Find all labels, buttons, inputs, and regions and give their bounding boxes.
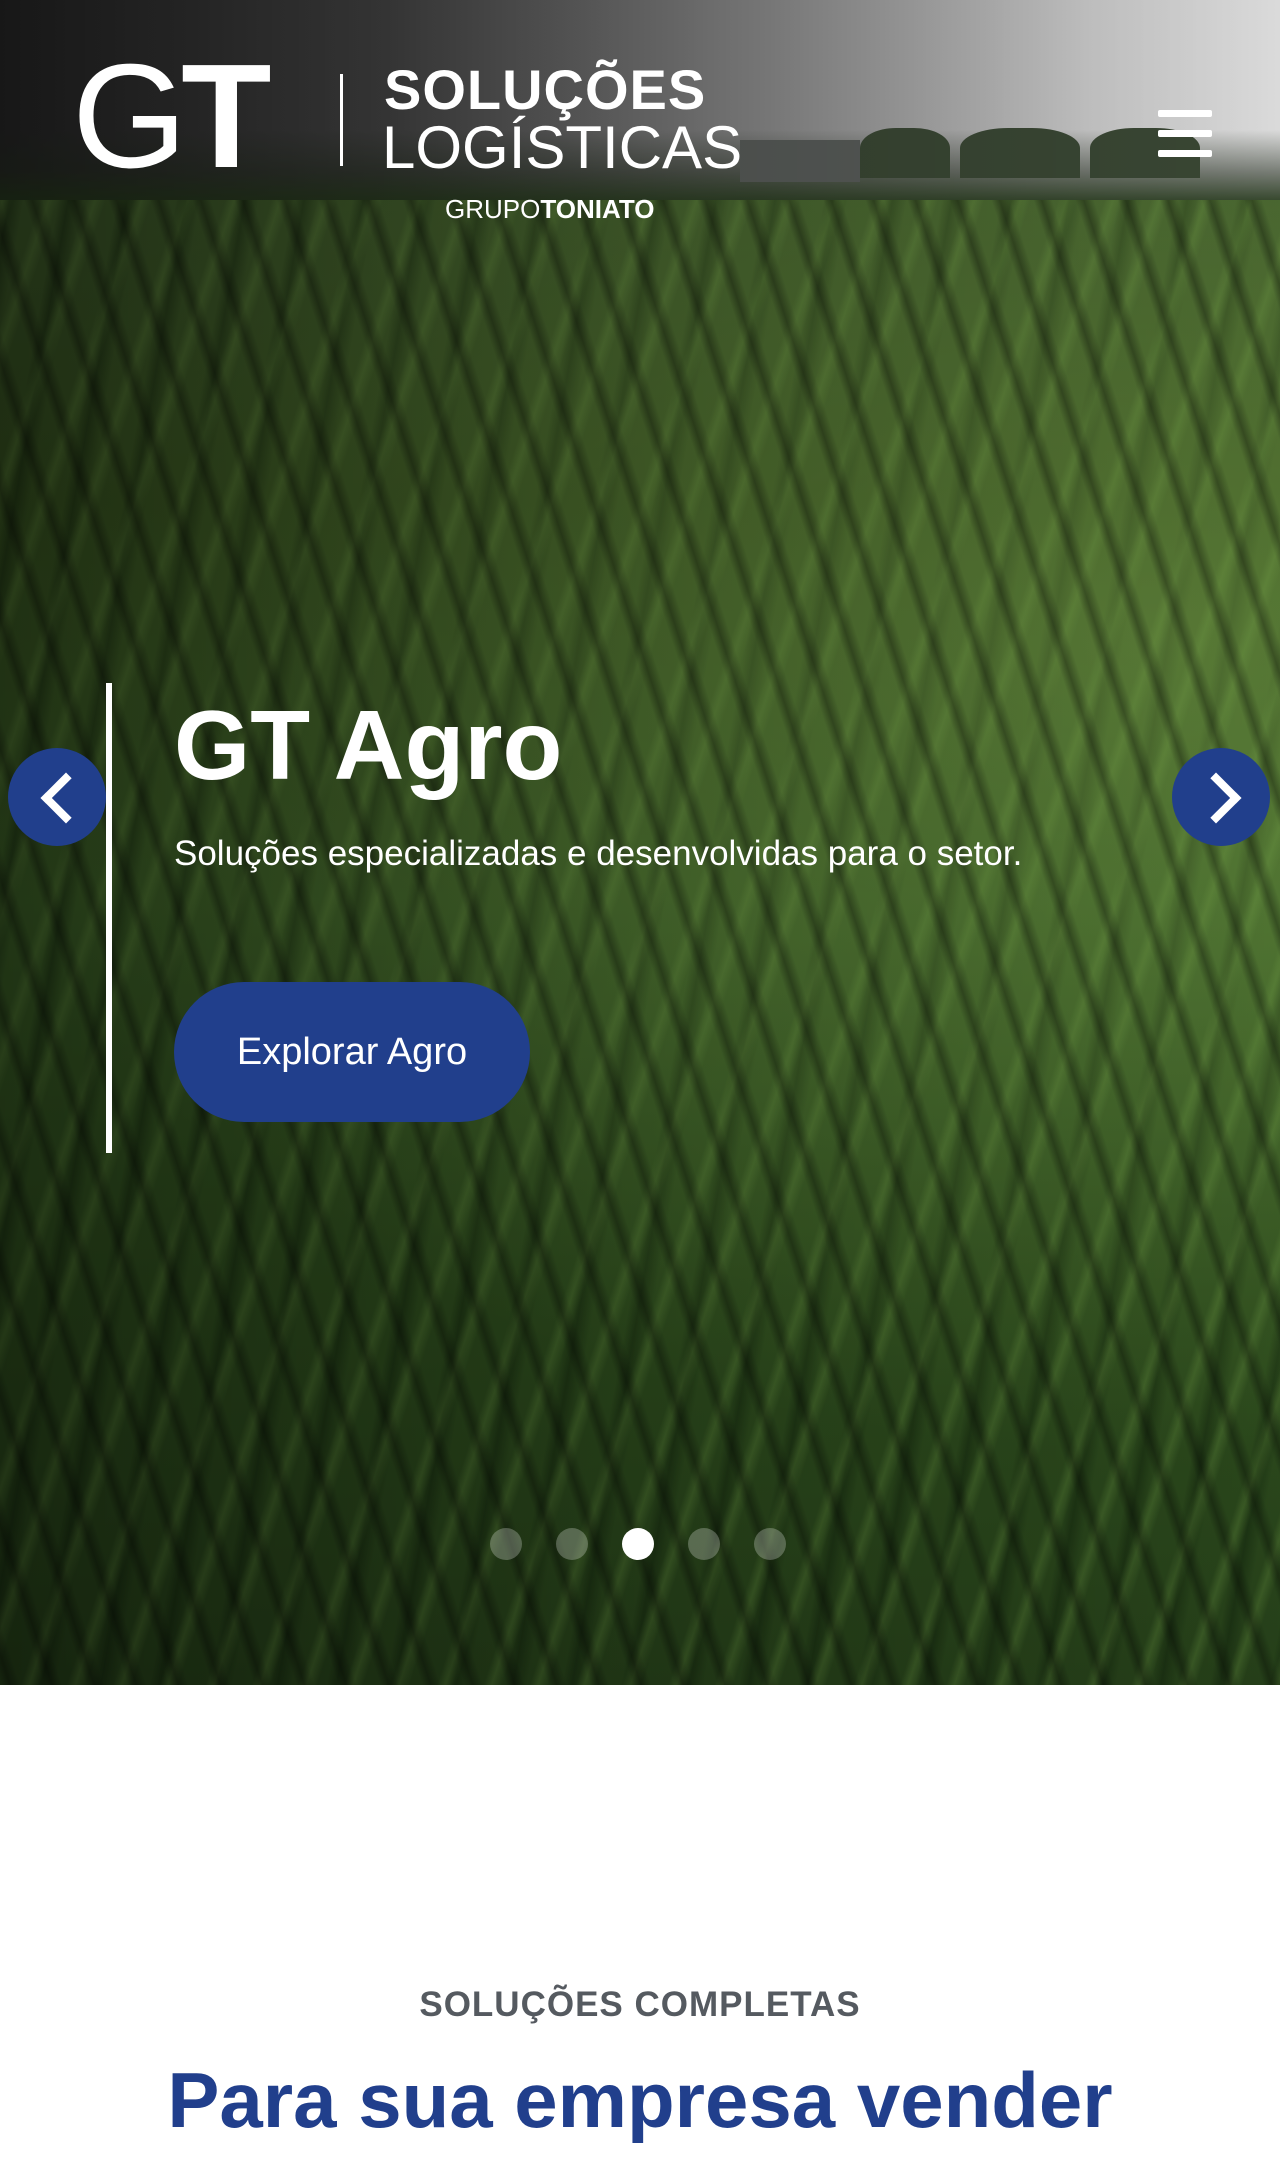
chevron-right-icon — [1190, 772, 1242, 824]
slide-subtitle: Soluções especializadas e desenvolvidas … — [174, 834, 1023, 873]
menu-line — [1158, 150, 1212, 157]
logo-group-light: GRUPO — [445, 194, 541, 224]
site-logo[interactable]: GT SOLUÇÕES LOGÍSTICAS GRUPOTONIATO — [72, 43, 772, 232]
slide-accent-bar — [106, 683, 112, 1153]
carousel-dot[interactable] — [688, 1528, 720, 1560]
logo-mark-light: G — [72, 34, 187, 199]
slide-title: GT Agro — [174, 690, 563, 800]
logo-mark: GT — [72, 43, 272, 191]
carousel-dot-active[interactable] — [622, 1528, 654, 1560]
hamburger-menu-icon[interactable] — [1158, 110, 1214, 160]
logo-text-line2: LOGÍSTICAS — [382, 114, 743, 181]
carousel-pagination — [490, 1528, 790, 1562]
hero-carousel: GT SOLUÇÕES LOGÍSTICAS GRUPOTONIATO GT A… — [0, 0, 1280, 1685]
logo-group-name: GRUPOTONIATO — [445, 194, 654, 224]
carousel-dot[interactable] — [556, 1528, 588, 1560]
carousel-prev-button[interactable] — [8, 748, 106, 846]
logo-mark-bold: T — [181, 34, 271, 199]
logo-text-line1: SOLUÇÕES — [384, 58, 707, 121]
carousel-dot[interactable] — [490, 1528, 522, 1560]
logo-group-bold: TONIATO — [540, 194, 655, 224]
section-title: Para sua empresa vender — [167, 2056, 1113, 2144]
menu-line — [1158, 130, 1212, 137]
carousel-next-button[interactable] — [1172, 748, 1270, 846]
explore-agro-button[interactable]: Explorar Agro — [174, 982, 530, 1122]
section-kicker: SOLUÇÕES COMPLETAS — [419, 1985, 861, 2024]
menu-line — [1158, 110, 1212, 117]
logo-divider — [340, 74, 343, 166]
carousel-dot[interactable] — [754, 1528, 786, 1560]
chevron-left-icon — [40, 772, 92, 824]
